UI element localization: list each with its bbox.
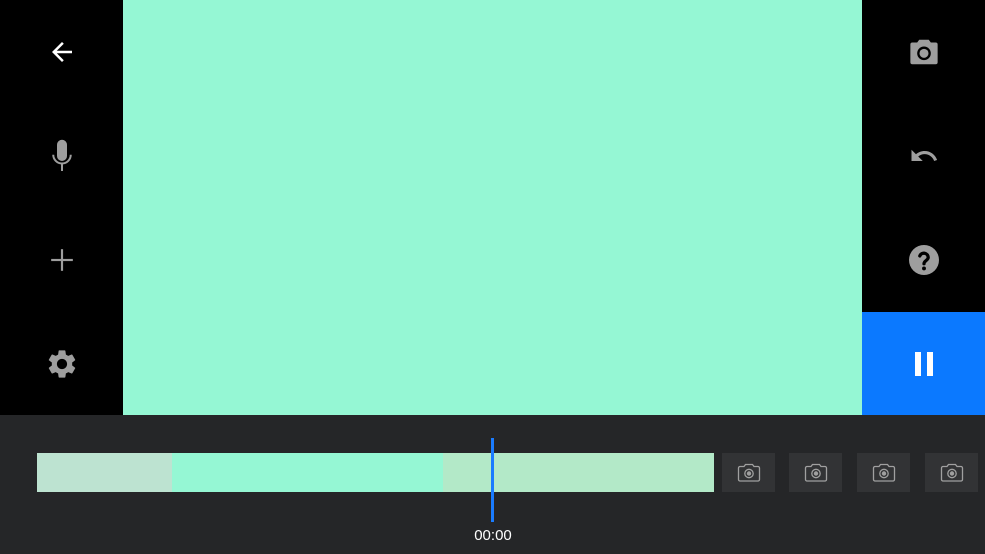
help-button[interactable] [862, 208, 985, 312]
camera-icon [909, 39, 938, 65]
camera-outline-icon [872, 463, 895, 482]
pause-icon [914, 352, 933, 376]
undo-icon [911, 149, 937, 161]
microphone-icon [51, 139, 72, 171]
empty-slot[interactable] [857, 453, 910, 492]
camera-outline-icon [940, 463, 963, 482]
plus-icon [50, 249, 73, 271]
add-button[interactable] [0, 208, 123, 312]
camera-outline-icon [804, 463, 827, 482]
playhead[interactable] [491, 438, 494, 522]
current-time: 00:00 [474, 527, 512, 544]
timeline-segment[interactable] [37, 453, 172, 492]
empty-slot[interactable] [925, 453, 978, 492]
microphone-button[interactable] [0, 104, 123, 208]
right-toolbar [862, 0, 985, 416]
pause-button[interactable] [862, 312, 985, 416]
arrow-left-icon [51, 42, 72, 62]
empty-slot[interactable] [789, 453, 842, 492]
back-button[interactable] [0, 0, 123, 104]
gear-icon [48, 350, 75, 378]
empty-slot[interactable] [722, 453, 775, 492]
undo-button[interactable] [862, 104, 985, 208]
settings-button[interactable] [0, 312, 123, 416]
timeline-segment[interactable] [172, 453, 443, 492]
capture-button[interactable] [862, 0, 985, 104]
timeline-segment[interactable] [443, 453, 714, 492]
left-toolbar [0, 0, 123, 415]
video-preview[interactable] [123, 0, 862, 415]
question-icon [908, 245, 939, 275]
camera-outline-icon [737, 463, 760, 482]
